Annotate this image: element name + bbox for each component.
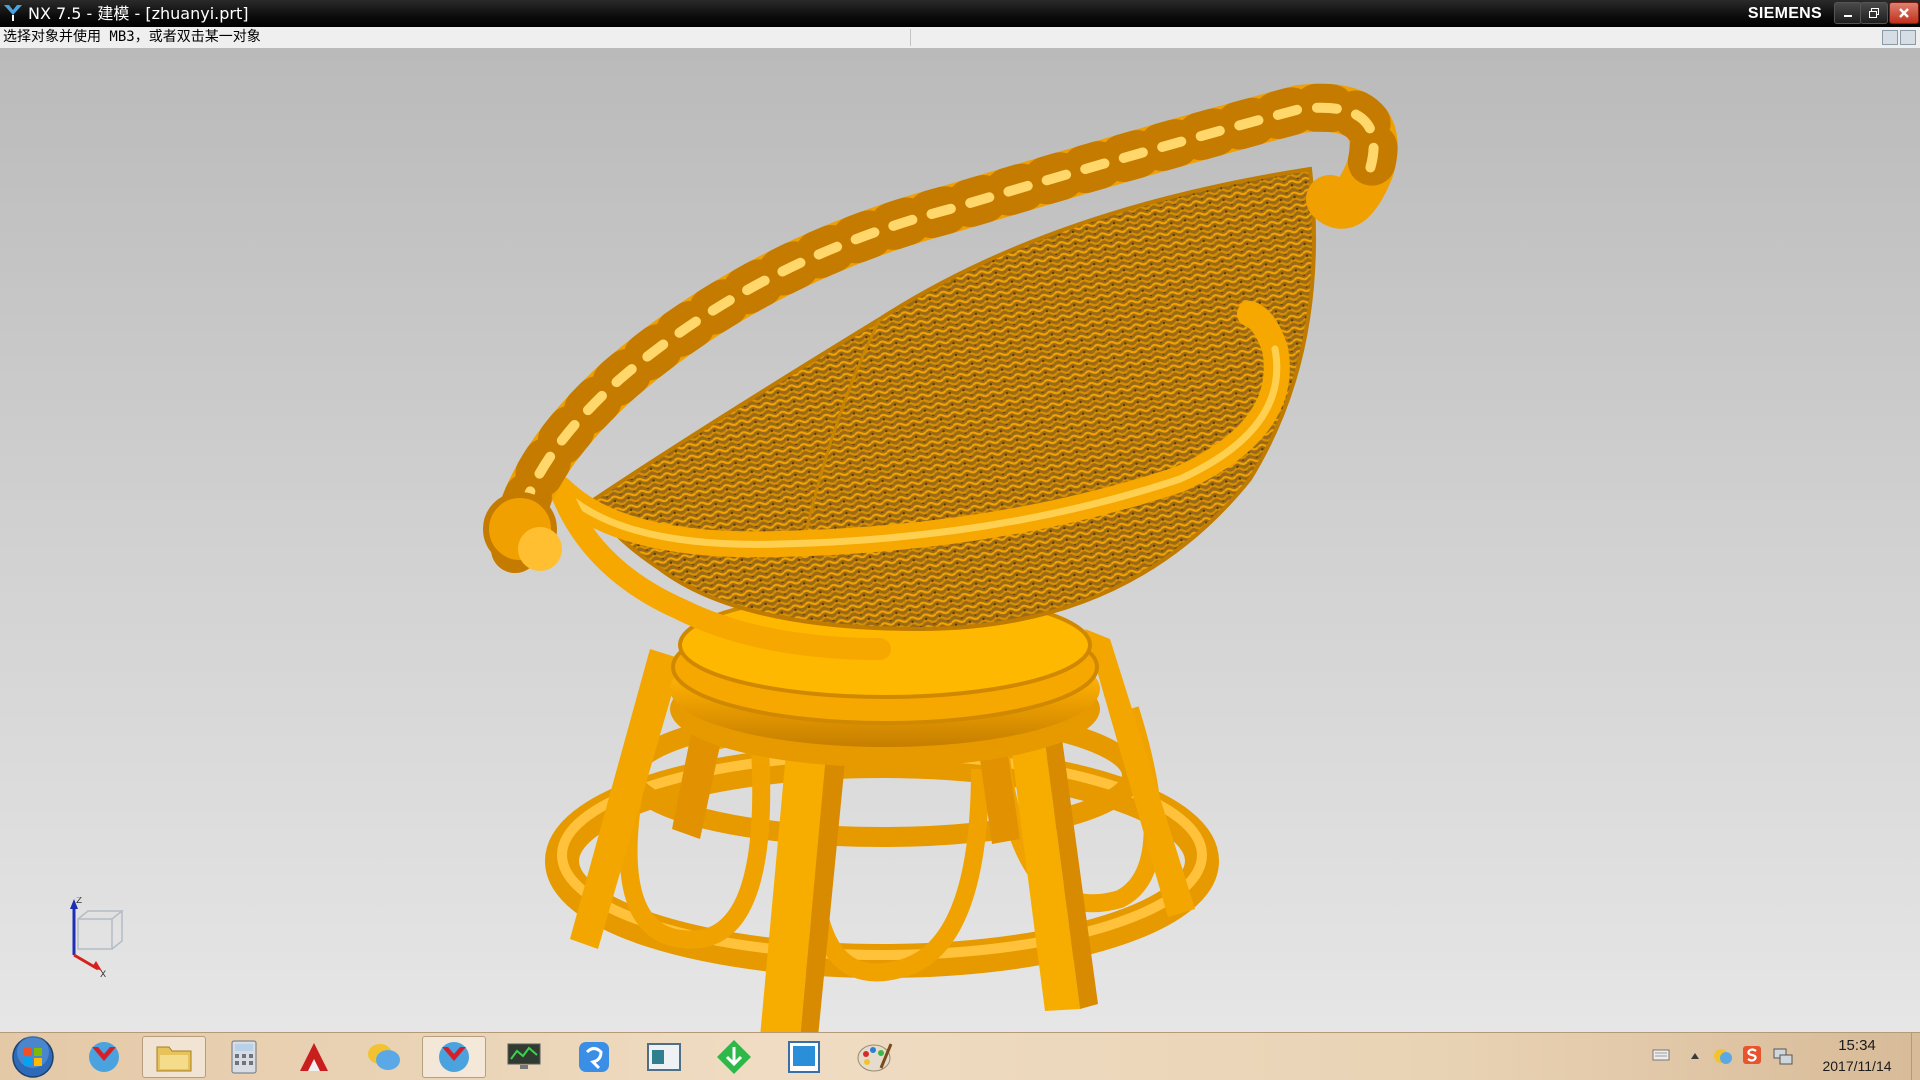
taskbar-monitor-button[interactable] <box>492 1036 556 1078</box>
title-bar[interactable]: NX 7.5 - 建模 - [zhuanyi.prt] SIEMENS <box>0 0 1920 27</box>
close-icon <box>1899 8 1909 18</box>
nx-logo-icon <box>4 5 22 21</box>
taskbar-clock[interactable]: 15:34 2017/11/14 <box>1802 1036 1912 1076</box>
system-tray <box>1650 1033 1800 1080</box>
calculator-icon <box>231 1040 257 1074</box>
download-arrow-icon <box>717 1040 751 1074</box>
siemens-brand-label: SIEMENS <box>1747 5 1822 22</box>
network-app-icon[interactable] <box>1712 1045 1734 1067</box>
sogou-input-icon[interactable] <box>1742 1045 1762 1065</box>
taskbar-window-app-button[interactable] <box>632 1036 696 1078</box>
taskbar-blue-app-button[interactable] <box>562 1036 626 1078</box>
taskbar-chat-button[interactable] <box>352 1036 416 1078</box>
clock-date: 2017/11/14 <box>1822 1058 1892 1074</box>
close-button[interactable] <box>1889 2 1919 24</box>
taskbar-nx-active-button[interactable] <box>422 1036 486 1078</box>
folder-icon <box>156 1046 192 1072</box>
minimize-icon <box>1844 15 1852 17</box>
restore-button[interactable] <box>1860 2 1888 24</box>
chat-bubbles-icon <box>368 1044 400 1070</box>
taskbar-nx-button[interactable] <box>72 1036 136 1078</box>
taskbar-blue-window-button[interactable] <box>772 1036 836 1078</box>
coordinate-triad: Z X <box>70 897 125 977</box>
nx-app-icon <box>89 1042 119 1072</box>
taskbar-autocad-button[interactable] <box>282 1036 346 1078</box>
view-fit-icon[interactable] <box>1900 30 1916 45</box>
triad-z-label: Z <box>76 897 82 906</box>
monitor-icon <box>507 1043 541 1069</box>
keyboard-icon[interactable] <box>1652 1048 1670 1062</box>
paint-palette-icon <box>857 1043 893 1072</box>
status-toggle-icon[interactable] <box>1882 30 1898 45</box>
nx-application-window: NX 7.5 - 建模 - [zhuanyi.prt] SIEMENS 选择对象… <box>0 0 1920 1080</box>
graphics-window[interactable]: Z X <box>0 49 1920 1032</box>
show-desktop-button[interactable] <box>1911 1033 1920 1080</box>
clock-time: 15:34 <box>1838 1037 1876 1054</box>
taskbar-explorer-button[interactable] <box>142 1036 206 1078</box>
triad-x-label: X <box>100 970 106 977</box>
show-hidden-icons-arrow[interactable] <box>1690 1052 1700 1060</box>
woven-seat-shell[interactable] <box>592 166 1316 632</box>
restore-icon <box>1869 8 1879 18</box>
cue-line: 选择对象并使用 MB3，或者双击某一对象 <box>0 27 1920 49</box>
rattan-chair-model[interactable] <box>0 49 1920 1032</box>
start-button[interactable] <box>8 1036 58 1078</box>
taskbar-download-button[interactable] <box>702 1036 766 1078</box>
window-app-icon <box>647 1043 681 1071</box>
windows-orb-icon <box>12 1036 54 1078</box>
taskbar-paint-button[interactable] <box>842 1036 906 1078</box>
windows-taskbar: 15:34 2017/11/14 <box>0 1032 1920 1080</box>
network-status-icon[interactable] <box>1772 1045 1794 1067</box>
autocad-icon <box>300 1043 328 1071</box>
minimize-button[interactable] <box>1834 2 1862 24</box>
blue-window-icon <box>788 1041 820 1073</box>
taskbar-calculator-button[interactable] <box>212 1036 276 1078</box>
cue-line-text: 选择对象并使用 MB3，或者双击某一对象 <box>3 29 261 45</box>
blue-app-icon <box>579 1042 609 1072</box>
window-title: NX 7.5 - 建模 - [zhuanyi.prt] <box>28 4 249 23</box>
nx-app-icon <box>439 1042 469 1072</box>
cue-line-divider <box>910 29 911 46</box>
